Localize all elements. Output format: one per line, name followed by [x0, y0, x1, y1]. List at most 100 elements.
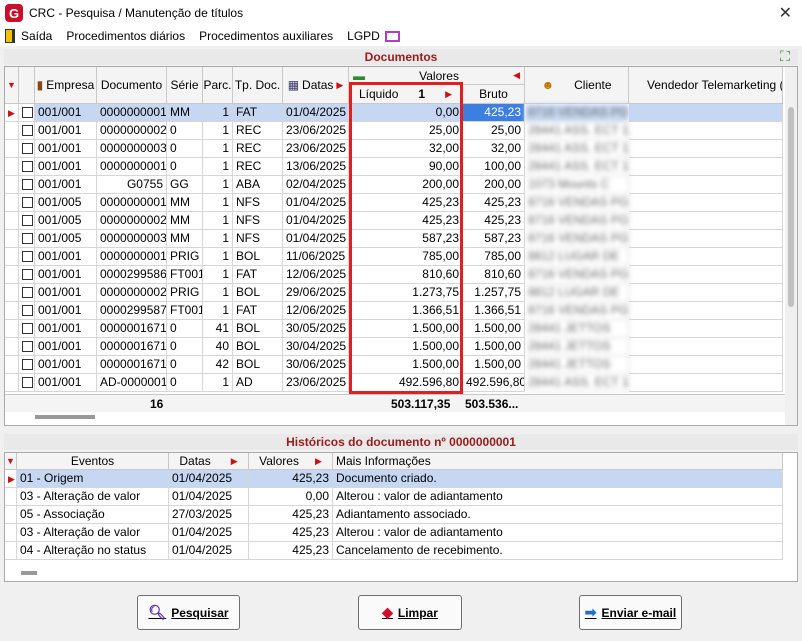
menu-saida[interactable]: Saída	[21, 29, 52, 43]
history-row[interactable]: 04 - Alteração no status 01/04/2025 425,23…	[5, 542, 795, 560]
col-tpdoc-header[interactable]: Tp. Doc.	[233, 67, 283, 104]
table-row[interactable]: 001/001 0000000001 0 1 REC 13/06/2025 90,00 100…	[5, 158, 795, 176]
col-hist-datas-header[interactable]: Datas ▶	[169, 453, 249, 470]
checkbox-box[interactable]	[22, 107, 33, 118]
checkbox-box[interactable]	[22, 179, 33, 190]
checkbox-box[interactable]	[22, 125, 33, 136]
history-indicator-header: ▼	[5, 453, 17, 470]
eraser-icon: ◆	[382, 604, 393, 620]
table-row[interactable]: 001/005 0000000001 MM 1 NFS 01/04/2025 425,23 4…	[5, 194, 795, 212]
cell-cliente: 8716 VENDAS PGS	[525, 266, 629, 284]
enviar-email-button[interactable]: ➡ Enviar e-mail	[579, 595, 682, 630]
menu-procedimentos-diarios[interactable]: Procedimentos diários	[66, 29, 185, 43]
row-checkbox[interactable]	[19, 374, 35, 392]
expand-icon[interactable]: ⛶	[776, 49, 794, 65]
row-checkbox[interactable]	[19, 212, 35, 230]
scroll-thumb[interactable]	[788, 107, 794, 307]
col-hist-valores-header[interactable]: Valores ▶	[249, 453, 333, 470]
cell-serie: PRIG	[167, 248, 203, 266]
checkbox-box[interactable]	[22, 287, 33, 298]
col-documento-header[interactable]: Documento	[97, 67, 167, 104]
row-checkbox[interactable]	[19, 302, 35, 320]
row-checkbox[interactable]	[19, 248, 35, 266]
col-parc-header[interactable]: Parc.	[203, 67, 233, 104]
cell-info: Cancelamento de recebimento.	[333, 542, 783, 560]
row-checkbox[interactable]	[19, 320, 35, 338]
horizontal-scrollbar[interactable]	[35, 415, 95, 419]
history-row[interactable]: 05 - Associação 27/03/2025 425,23 Adiantame…	[5, 506, 795, 524]
row-checkbox[interactable]	[19, 230, 35, 248]
col-empresa-header[interactable]: ▮ Empresa	[35, 67, 97, 104]
table-row[interactable]: ▶ 001/001 0000000001 MM 1 FAT 01/04/2025 0,00 42…	[5, 104, 795, 122]
col-datas-header[interactable]: ▦ Datas ▶	[283, 67, 349, 104]
cell-evento: 04 - Alteração no status	[17, 542, 169, 560]
row-checkbox[interactable]	[19, 122, 35, 140]
row-checkbox[interactable]	[19, 158, 35, 176]
checkbox-box[interactable]	[22, 251, 33, 262]
checkbox-box[interactable]	[22, 197, 33, 208]
col-cliente-header[interactable]: ☻ Cliente	[525, 67, 629, 104]
table-row[interactable]: 001/001 G0755 GG 1 ABA 02/04/2025 200,00 200,00…	[5, 176, 795, 194]
table-row[interactable]: 001/001 0000000003 0 1 REC 23/06/2025 32,00 32,…	[5, 140, 795, 158]
history-row[interactable]: 03 - Alteração de valor 01/04/2025 425,23 A…	[5, 524, 795, 542]
history-scrollbar[interactable]	[21, 571, 37, 575]
col-serie-header[interactable]: Série	[167, 67, 203, 104]
col-eventos-header[interactable]: Eventos	[17, 453, 169, 470]
cell-documento: 0000000003	[97, 230, 167, 248]
close-icon[interactable]: ✕	[779, 3, 792, 22]
col-valores-header[interactable]: ▬ Valores ◀	[349, 67, 525, 85]
table-row[interactable]: 001/005 0000000003 MM 1 NFS 01/04/2025 587,23 5…	[5, 230, 795, 248]
checkbox-box[interactable]	[22, 269, 33, 280]
checkbox-box[interactable]	[22, 161, 33, 172]
table-row[interactable]: 001/001 0000000001 PRIG 1 BOL 11/06/2025 785,0…	[5, 248, 795, 266]
cell-cliente: 28441 ASS. ECT 1973	[525, 158, 629, 176]
cell-vendedor	[629, 356, 783, 374]
table-row[interactable]: 001/001 0000001671 0 41 BOL 30/05/2025 1.500,0…	[5, 320, 795, 338]
row-indicator	[5, 248, 19, 266]
table-row[interactable]: 001/001 0000001671 0 42 BOL 30/06/2025 1.500,0…	[5, 356, 795, 374]
menu-lgpd[interactable]: LGPD	[347, 29, 380, 43]
table-row[interactable]: 001/001 0000299587 FT001 1 FAT 12/06/2025 1.36…	[5, 302, 795, 320]
row-checkbox[interactable]	[19, 104, 35, 122]
cell-parc: 1	[203, 104, 233, 122]
checkbox-box[interactable]	[22, 305, 33, 316]
row-indicator	[5, 524, 17, 542]
checkbox-box[interactable]	[22, 215, 33, 226]
cell-cliente: 1073 Mounts C	[525, 176, 629, 194]
cell-vendedor	[629, 374, 783, 392]
col-liquido-header[interactable]: Líquido 1 ▶	[349, 85, 463, 104]
row-checkbox[interactable]	[19, 140, 35, 158]
table-row[interactable]: 001/001 0000000002 0 1 REC 23/06/2025 25,00 25,…	[5, 122, 795, 140]
checkbox-box[interactable]	[22, 233, 33, 244]
checkbox-box[interactable]	[22, 377, 33, 388]
checkbox-box[interactable]	[22, 143, 33, 154]
col-hist-valores-label: Valores	[259, 454, 299, 468]
row-checkbox[interactable]	[19, 356, 35, 374]
row-checkbox[interactable]	[19, 338, 35, 356]
col-info-header[interactable]: Mais Informações	[333, 453, 783, 470]
row-checkbox[interactable]	[19, 194, 35, 212]
col-vendedor-header[interactable]: Vendedor Telemarketing (TF	[629, 67, 783, 104]
checkbox-box[interactable]	[22, 359, 33, 370]
menu-procedimentos-auxiliares[interactable]: Procedimentos auxiliares	[199, 29, 333, 43]
pesquisar-button[interactable]: 🔍︎ Pesquisar	[137, 595, 240, 630]
table-row[interactable]: 001/005 0000000002 MM 1 NFS 01/04/2025 425,23 4…	[5, 212, 795, 230]
limpar-button[interactable]: ◆ Limpar	[358, 595, 462, 630]
vertical-scrollbar[interactable]	[785, 67, 797, 425]
row-checkbox[interactable]	[19, 284, 35, 302]
cell-cliente: 28441 ASS. ECT 1973	[525, 122, 629, 140]
cell-tpdoc: FAT	[233, 266, 283, 284]
checkbox-box[interactable]	[22, 341, 33, 352]
table-row[interactable]: 001/001 0000299586 FT001 1 FAT 12/06/2025 810,…	[5, 266, 795, 284]
cell-tpdoc: REC	[233, 140, 283, 158]
table-row[interactable]: 001/001 AD-0000001 0 1 AD 23/06/2025 492.596,8…	[5, 374, 795, 392]
cell-data: 30/06/2025	[283, 356, 349, 374]
row-checkbox[interactable]	[19, 176, 35, 194]
table-row[interactable]: 001/001 0000000002 PRIG 1 BOL 29/06/2025 1.273…	[5, 284, 795, 302]
history-row[interactable]: ▶ 01 - Origem 01/04/2025 425,23 Documento cr…	[5, 470, 795, 488]
col-bruto-header[interactable]: Bruto	[463, 85, 525, 104]
row-checkbox[interactable]	[19, 266, 35, 284]
checkbox-box[interactable]	[22, 323, 33, 334]
history-row[interactable]: 03 - Alteração de valor 01/04/2025 0,00 Alt…	[5, 488, 795, 506]
table-row[interactable]: 001/001 0000001671 0 40 BOL 30/04/2025 1.500,0…	[5, 338, 795, 356]
